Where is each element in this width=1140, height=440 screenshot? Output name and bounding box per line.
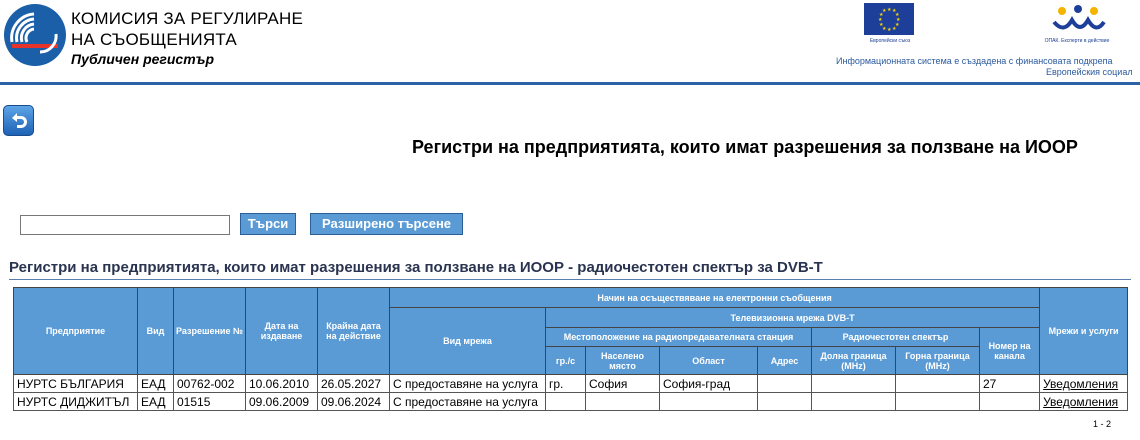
col-header-region: Област: [659, 346, 758, 375]
cell-issue-date: 09.06.2009: [245, 392, 318, 411]
cell-channel-no: [978, 392, 1041, 411]
col-header-issue-date: Дата на издаване: [245, 287, 318, 375]
col-header-channel-no: Номер на канала: [978, 327, 1041, 375]
cell-enterprise: НУРТС БЪЛГАРИЯ: [13, 374, 138, 393]
cell-region: София-град: [659, 374, 758, 393]
cell-networks-services: Уведомления: [1039, 392, 1129, 411]
col-header-method: Начин на осъществяване на електронни съо…: [388, 287, 1041, 308]
opak-logo-icon: [1050, 4, 1106, 38]
col-header-upper-bound: Горна граница (MHz): [895, 346, 980, 375]
col-header-enterprise: Предприятие: [13, 287, 138, 375]
org-subtitle: Публичен регистър: [71, 51, 215, 67]
section-divider: [9, 279, 1131, 280]
table-row: НУРТС ДИДЖИТЪЛ ЕАД 01515 09.06.2009 09.0…: [13, 392, 1129, 411]
svg-text:★: ★: [882, 8, 887, 14]
cell-address: [757, 392, 812, 411]
cell-lower-bound: [811, 392, 896, 411]
header: КОМИСИЯ ЗА РЕГУЛИРАНЕ НА СЪОБЩЕНИЯТА Пуб…: [0, 0, 1140, 85]
cell-lower-bound: [811, 374, 896, 393]
col-header-network-type: Вид мрежа: [389, 307, 546, 375]
header-divider: [0, 82, 1140, 85]
col-header-settlement: Населено място: [585, 346, 660, 375]
org-name-line1: КОМИСИЯ ЗА РЕГУЛИРАНЕ: [71, 9, 303, 28]
cell-end-date: 09.06.2024: [317, 392, 390, 411]
eu-caption: Европейски съюз: [869, 38, 911, 44]
back-arrow-icon: [12, 113, 27, 128]
col-header-station-location: Местоположение на радиопредавателната ст…: [545, 327, 812, 347]
back-button[interactable]: [3, 105, 34, 136]
col-header-address: Адрес: [757, 346, 812, 375]
col-header-networks-services: Мрежи и услуги: [1039, 287, 1129, 375]
cell-settlement: [585, 392, 660, 411]
registry-table: Предприятие Вид Разрешение № Дата на изд…: [13, 287, 1129, 411]
cell-upper-bound: [895, 374, 980, 393]
funding-info-line2: Европейския социал: [1046, 67, 1133, 77]
table-row: НУРТС БЪЛГАРИЯ ЕАД 00762-002 10.06.2010 …: [13, 374, 1129, 393]
col-header-type: Вид: [137, 287, 174, 375]
col-header-town-type: гр./с: [545, 346, 586, 375]
cell-town-type: гр.: [545, 374, 586, 393]
cell-type: ЕАД: [137, 374, 174, 393]
cell-network-type: С предоставяне на услуга: [389, 374, 546, 393]
cell-address: [757, 374, 812, 393]
cell-region: [659, 392, 758, 411]
cell-channel-no: 27: [978, 374, 1041, 393]
advanced-search-button[interactable]: Разширено търсене: [310, 213, 463, 235]
page-title: Регистри на предприятията, които имат ра…: [412, 137, 1078, 157]
cell-permit-no: 01515: [173, 392, 246, 411]
org-name-line2: НА СЪОБЩЕНИЯТА: [71, 30, 237, 49]
pager-info: 1 - 2: [1093, 419, 1112, 429]
cell-enterprise: НУРТС ДИДЖИТЪЛ: [13, 392, 138, 411]
cell-permit-no: 00762-002: [173, 374, 246, 393]
cell-settlement: София: [585, 374, 660, 393]
svg-text:★: ★: [892, 26, 897, 32]
crc-logo: [4, 4, 66, 66]
cell-end-date: 26.05.2027: [317, 374, 390, 393]
opak-caption: ОПАК. Експерти в действие: [1044, 38, 1110, 44]
search-button[interactable]: Търси: [240, 213, 296, 235]
cell-networks-services: Уведомления: [1039, 374, 1129, 393]
funding-info-line1: Информационната система е създадена с фи…: [836, 56, 1113, 66]
eu-flag-icon: ★ ★ ★ ★ ★ ★ ★ ★ ★ ★ ★ ★: [864, 3, 914, 35]
col-header-end-date: Крайна дата на действие: [317, 287, 390, 375]
col-header-permit-no: Разрешение №: [173, 287, 246, 375]
cell-type: ЕАД: [137, 392, 174, 411]
search-input[interactable]: [20, 215, 230, 235]
notifications-link[interactable]: Уведомления: [1043, 395, 1118, 409]
section-title: Регистри на предприятията, които имат ра…: [9, 259, 823, 276]
cell-network-type: С предоставяне на услуга: [389, 392, 546, 411]
cell-issue-date: 10.06.2010: [245, 374, 318, 393]
cell-upper-bound: [895, 392, 980, 411]
col-header-spectrum: Радиочестотен спектър: [811, 327, 980, 347]
col-header-tv-network: Телевизионна мрежа DVB-T: [544, 307, 1041, 328]
notifications-link[interactable]: Уведомления: [1043, 377, 1118, 391]
col-header-lower-bound: Долна граница (MHz): [811, 346, 896, 375]
svg-text:★: ★: [887, 27, 892, 33]
cell-town-type: [545, 392, 586, 411]
